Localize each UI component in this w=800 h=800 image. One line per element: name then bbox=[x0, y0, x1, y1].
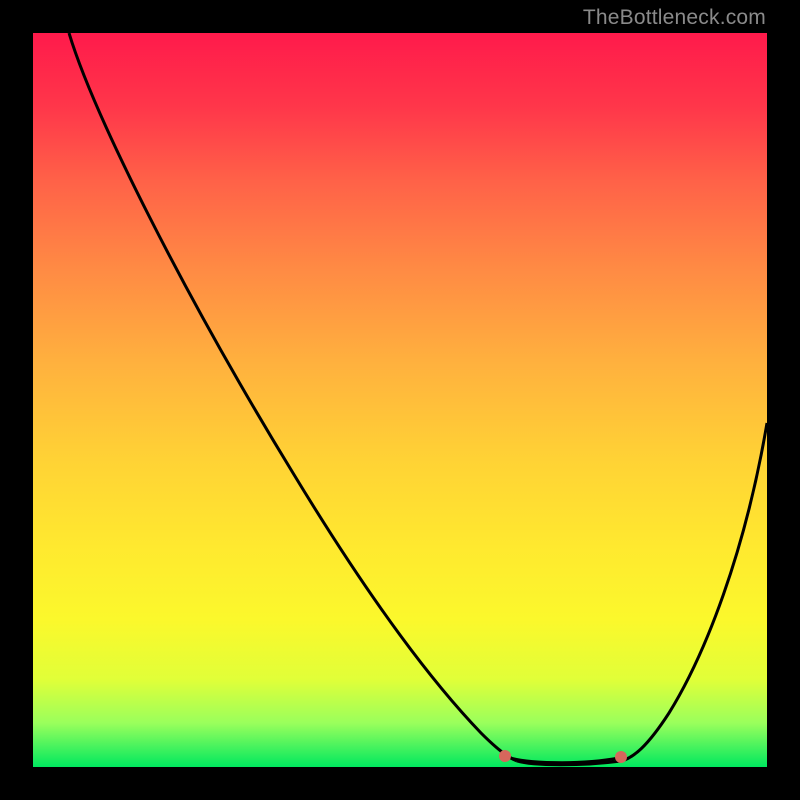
bottleneck-curve bbox=[33, 33, 767, 767]
curve-left-branch bbox=[69, 33, 517, 761]
valley-highlight-dot-right bbox=[615, 751, 627, 763]
attribution-text: TheBottleneck.com bbox=[583, 6, 766, 30]
chart-frame: TheBottleneck.com bbox=[0, 0, 800, 800]
valley-highlight bbox=[505, 756, 619, 763]
curve-right-branch bbox=[621, 423, 767, 761]
valley-highlight-dot-left bbox=[499, 750, 511, 762]
